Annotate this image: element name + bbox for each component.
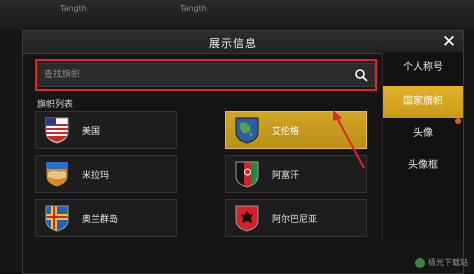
flag-name: 艾伦格 bbox=[272, 127, 300, 137]
flag-item-afghanistan[interactable]: 阿富汗 bbox=[225, 155, 367, 193]
erangel-flag-icon bbox=[235, 117, 259, 144]
aland-flag-icon bbox=[45, 205, 69, 232]
afghanistan-flag-icon bbox=[235, 161, 259, 188]
usa-flag-icon bbox=[45, 117, 69, 144]
flag-item-miramar[interactable]: 米拉玛 bbox=[35, 155, 177, 193]
flag-item-aland[interactable]: 奥兰群岛 bbox=[35, 199, 177, 237]
flag-content-panel: 旗帜列表 美国 艾伦格 bbox=[31, 55, 379, 273]
flag-item-albania[interactable]: 阿尔巴尼亚 bbox=[225, 199, 367, 237]
category-sidebar: 个人称号 国家旗帜 头像 头像框 bbox=[382, 52, 463, 242]
watermark-logo-icon bbox=[415, 257, 425, 268]
dialog-title: 展示信息 bbox=[209, 37, 257, 50]
notification-dot bbox=[455, 118, 461, 124]
tab-avatar-frame[interactable]: 头像框 bbox=[383, 150, 463, 182]
background-top-bar: Tangth Tangth bbox=[0, 0, 474, 30]
tab-personal-title[interactable]: 个人称号 bbox=[383, 52, 463, 84]
miramar-flag-icon bbox=[45, 161, 69, 188]
watermark: 极光下载站 bbox=[415, 257, 468, 268]
tab-national-flag[interactable]: 国家旗帜 bbox=[383, 86, 463, 118]
flag-name: 奥兰群岛 bbox=[82, 215, 119, 225]
watermark-text: 极光下载站 bbox=[428, 258, 468, 267]
background-ghost-text: Tangth bbox=[180, 4, 207, 13]
close-button[interactable]: ✕ bbox=[439, 32, 459, 52]
flag-name: 美国 bbox=[82, 127, 101, 137]
flag-item-erangel[interactable]: 艾伦格 bbox=[225, 111, 367, 149]
tab-avatar[interactable]: 头像 bbox=[383, 118, 463, 150]
flag-item-usa[interactable]: 美国 bbox=[35, 111, 177, 149]
flag-name: 阿富汗 bbox=[272, 171, 300, 181]
flag-list-label: 旗帜列表 bbox=[37, 100, 74, 110]
flag-name: 米拉玛 bbox=[82, 171, 110, 181]
background-ghost-text: Tangth bbox=[60, 4, 87, 13]
albania-flag-icon bbox=[235, 205, 259, 232]
search-highlight-box bbox=[35, 59, 377, 91]
flag-name: 阿尔巴尼亚 bbox=[272, 215, 318, 225]
dialog-title-bar: 展示信息 ✕ bbox=[23, 31, 463, 54]
background-left-strip bbox=[0, 30, 22, 272]
